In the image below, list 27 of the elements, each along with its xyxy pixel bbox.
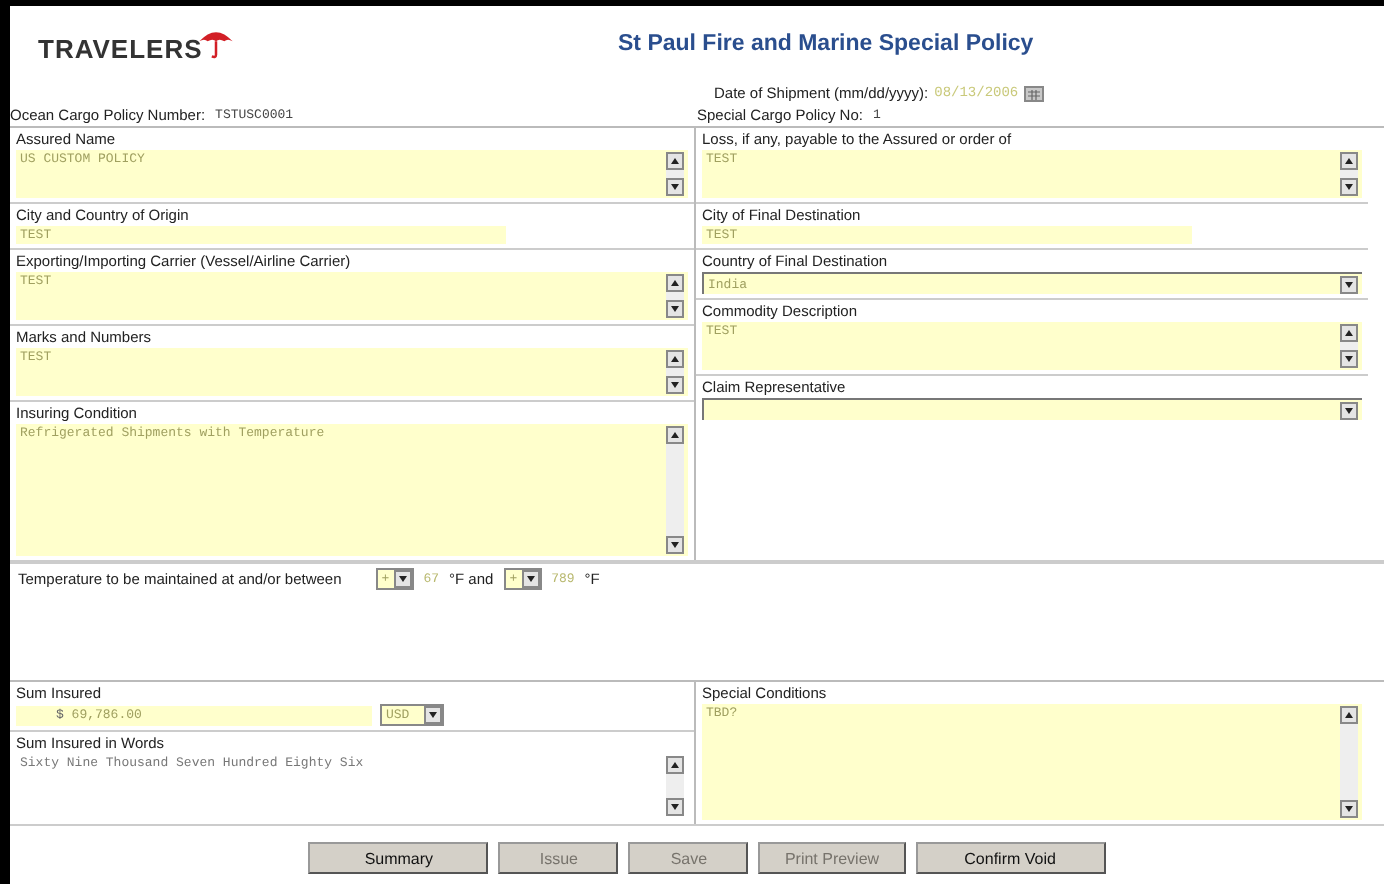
scroll-up-icon[interactable] <box>1340 706 1358 724</box>
logo-text: TRAVELERS <box>38 33 203 63</box>
scroll-up-icon[interactable] <box>666 274 684 292</box>
scroll-down-icon[interactable] <box>1340 800 1358 818</box>
scroll-up-icon[interactable] <box>1340 324 1358 342</box>
scroll-up-icon[interactable] <box>1340 152 1358 170</box>
dropdown-arrow-icon[interactable] <box>521 570 540 588</box>
scroll-down-icon[interactable] <box>1340 178 1358 196</box>
scroll-down-icon[interactable] <box>1340 350 1358 368</box>
dropdown-arrow-icon[interactable] <box>1340 401 1358 419</box>
scroll-down-icon[interactable] <box>666 536 684 554</box>
scroll-down-icon[interactable] <box>666 300 684 318</box>
page-title: St Paul Fire and Marine Special Policy <box>618 32 1034 56</box>
action-button[interactable]: Summary <box>308 842 489 874</box>
calendar-icon[interactable] <box>1024 85 1045 101</box>
scroll-up-icon[interactable] <box>666 152 684 170</box>
scroll-up-icon[interactable] <box>666 350 684 368</box>
scroll-up-icon[interactable] <box>666 426 684 444</box>
scroll-down-icon[interactable] <box>666 178 684 196</box>
scroll-up-icon[interactable] <box>666 756 684 774</box>
dropdown-arrow-icon[interactable] <box>1340 275 1358 293</box>
scroll-down-icon[interactable] <box>666 798 684 816</box>
scroll-down-icon[interactable] <box>666 376 684 394</box>
dropdown[interactable] <box>702 398 1362 420</box>
dropdown-arrow-icon[interactable] <box>424 706 442 724</box>
dropdown-arrow-icon[interactable] <box>393 570 412 588</box>
action-button[interactable]: Confirm Void <box>915 842 1106 874</box>
